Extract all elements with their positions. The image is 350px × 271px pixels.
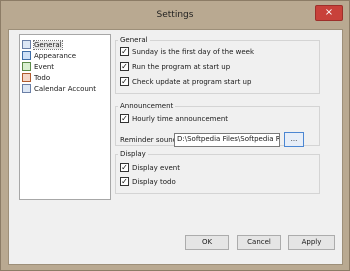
sidebar-item-label: Event <box>34 62 55 71</box>
run-at-startup-option[interactable]: ✓ Run the program at start up <box>120 62 230 71</box>
run-at-startup-checkbox[interactable]: ✓ <box>120 62 129 71</box>
settings-client-area: General Appearance Event Todo Calendar A… <box>8 29 343 265</box>
display-todo-checkbox[interactable]: ✓ <box>120 177 129 186</box>
sidebar-item-general[interactable]: General <box>22 39 108 50</box>
window-title: Settings <box>156 10 194 20</box>
display-event-label: Display event <box>132 163 180 172</box>
hourly-announcement-label: Hourly time announcement <box>132 114 228 123</box>
sidebar-item-calendar-account[interactable]: Calendar Account <box>22 83 108 94</box>
sidebar-item-appearance[interactable]: Appearance <box>22 50 108 61</box>
close-button[interactable]: × <box>315 5 343 21</box>
sunday-first-day-checkbox[interactable]: ✓ <box>120 47 129 56</box>
display-event-checkbox[interactable]: ✓ <box>120 163 129 172</box>
sidebar-item-label: Calendar Account <box>34 84 96 93</box>
check-update-checkbox[interactable]: ✓ <box>120 77 129 86</box>
display-group: Display ✓ Display event ✓ Display todo <box>115 150 320 194</box>
title-bar[interactable]: Settings × <box>1 1 349 29</box>
browse-button[interactable]: ... <box>284 132 304 147</box>
display-todo-label: Display todo <box>132 177 176 186</box>
display-group-label: Display <box>118 150 148 158</box>
sidebar-item-label: Todo <box>34 73 51 82</box>
announcement-group-label: Announcement <box>118 102 176 110</box>
reminder-sound-label: Reminder sound <box>120 136 178 144</box>
run-at-startup-label: Run the program at start up <box>132 62 231 71</box>
cancel-button[interactable]: Cancel <box>237 235 281 250</box>
settings-window: Settings × General Appearance Event Todo <box>0 0 350 271</box>
sunday-first-day-option[interactable]: ✓ Sunday is the first day of the week <box>120 47 254 56</box>
calendar-account-icon <box>22 84 31 93</box>
event-icon <box>22 62 31 71</box>
announcement-group: Announcement ✓ Hourly time announcement … <box>115 102 320 147</box>
general-group-label: General <box>118 36 150 44</box>
check-update-label: Check update at program start up <box>132 77 252 86</box>
general-group: General ✓ Sunday is the first day of the… <box>115 36 320 94</box>
general-icon <box>22 40 31 49</box>
apply-button[interactable]: Apply <box>288 235 335 250</box>
check-update-option[interactable]: ✓ Check update at program start up <box>120 77 251 86</box>
sidebar-item-event[interactable]: Event <box>22 61 108 72</box>
sidebar-item-todo[interactable]: Todo <box>22 72 108 83</box>
ok-button[interactable]: OK <box>185 235 229 250</box>
display-event-option[interactable]: ✓ Display event <box>120 163 180 172</box>
display-todo-option[interactable]: ✓ Display todo <box>120 177 176 186</box>
sidebar-item-label: General <box>33 39 63 50</box>
appearance-icon <box>22 51 31 60</box>
sidebar-item-label: Appearance <box>34 51 77 60</box>
hourly-announcement-option[interactable]: ✓ Hourly time announcement <box>120 114 228 123</box>
sunday-first-day-label: Sunday is the first day of the week <box>132 47 255 56</box>
todo-icon <box>22 73 31 82</box>
hourly-announcement-checkbox[interactable]: ✓ <box>120 114 129 123</box>
category-list[interactable]: General Appearance Event Todo Calendar A… <box>19 34 111 200</box>
reminder-sound-input[interactable]: D:\Softpedia Files\Softpedia Radio <box>174 133 280 147</box>
